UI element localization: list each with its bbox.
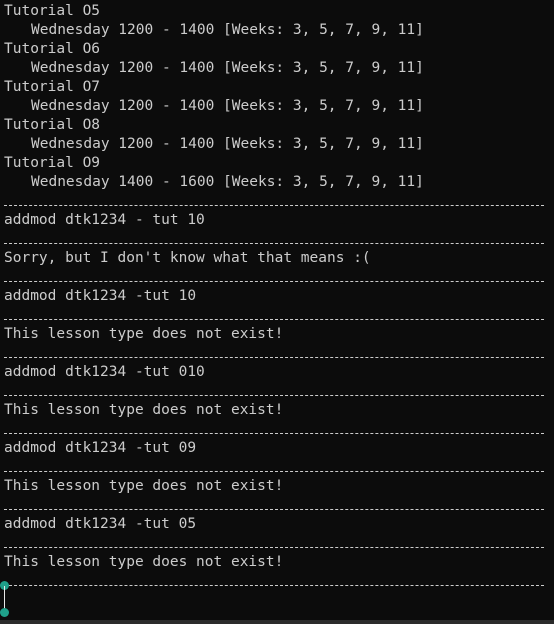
response-message: Sorry, but I don't know what that means … <box>4 250 371 266</box>
separator-line <box>4 534 554 553</box>
separator-line <box>4 306 554 325</box>
separator-line <box>4 192 554 211</box>
tutorial-schedule: Wednesday 1200 - 1400 [Weeks: 3, 5, 7, 9… <box>31 136 424 152</box>
tutorial-schedule: Wednesday 1200 - 1400 [Weeks: 3, 5, 7, 9… <box>31 60 424 76</box>
separator-line <box>4 572 554 591</box>
user-command: addmod dtk1234 -tut 05 <box>4 516 197 532</box>
selection-handle-bottom[interactable] <box>0 608 9 617</box>
response-message: This lesson type does not exist! <box>4 326 284 342</box>
window-bottom-edge <box>0 620 554 624</box>
separator-line <box>4 420 554 439</box>
response-message: This lesson type does not exist! <box>4 554 284 570</box>
separator-line <box>4 496 554 515</box>
separator-line <box>4 344 554 363</box>
text-selection-cursor-icon[interactable] <box>0 581 12 617</box>
user-command: addmod dtk1234 - tut 10 <box>4 212 205 228</box>
separator-line <box>4 230 554 249</box>
user-command: addmod dtk1234 -tut 010 <box>4 364 205 380</box>
tutorial-label: Tutorial O7 <box>4 79 101 95</box>
tutorial-label: Tutorial O9 <box>4 155 101 171</box>
response-message: This lesson type does not exist! <box>4 478 284 494</box>
user-command: addmod dtk1234 -tut 10 <box>4 288 197 304</box>
tutorial-schedule: Wednesday 1400 - 1600 [Weeks: 3, 5, 7, 9… <box>31 174 424 190</box>
user-command: addmod dtk1234 -tut 09 <box>4 440 197 456</box>
separator-line <box>4 382 554 401</box>
separator-line <box>4 458 554 477</box>
response-message: This lesson type does not exist! <box>4 402 284 418</box>
tutorial-label: Tutorial O6 <box>4 41 101 57</box>
separator-line <box>4 268 554 287</box>
tutorial-label: Tutorial O8 <box>4 117 101 133</box>
terminal-output[interactable]: Tutorial O5 Wednesday 1200 - 1400 [Weeks… <box>0 0 554 620</box>
tutorial-label: Tutorial O5 <box>4 3 101 19</box>
tutorial-schedule: Wednesday 1200 - 1400 [Weeks: 3, 5, 7, 9… <box>31 98 424 114</box>
tutorial-schedule: Wednesday 1200 - 1400 [Weeks: 3, 5, 7, 9… <box>31 22 424 38</box>
